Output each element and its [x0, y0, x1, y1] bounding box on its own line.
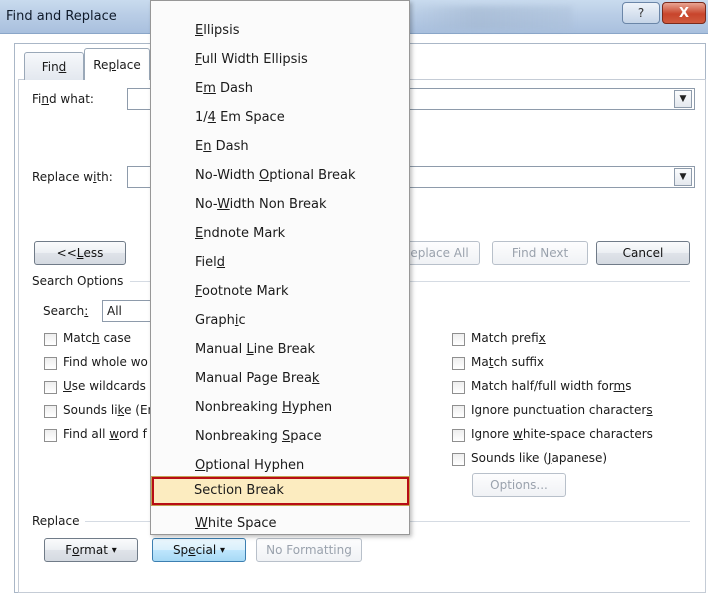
menu-item-section-break-label: Section Break	[194, 483, 284, 498]
sounds-like-japanese-label: Sounds like (Japanese)	[471, 451, 608, 465]
cancel-button[interactable]: Cancel	[596, 241, 690, 265]
tab-find[interactable]: Fin d	[24, 52, 84, 80]
menu-item-graphic[interactable]: Graphic	[195, 313, 246, 328]
special-dropdown-icon: ▾	[220, 544, 226, 556]
menu-item-nonbreaking-hyphen[interactable]: Nonbreaking Hyphen	[195, 400, 332, 415]
replace-group-divider-right	[410, 521, 690, 522]
match-half-full-width-checkbox[interactable]	[452, 381, 465, 394]
special-menu: Ellipsis Full Width Ellipsis Em Dash 1/4…	[150, 0, 410, 535]
menu-item-endnote-mark[interactable]: Endnote Mark	[195, 226, 285, 241]
special-button[interactable]: Sp e cial ▾	[152, 538, 246, 562]
replace-with-label: Replace with:	[32, 170, 113, 184]
window-title: Find and Replace	[6, 9, 117, 24]
match-case-label: Match case	[63, 331, 132, 345]
menu-item-nonbreaking-space[interactable]: Nonbreaking Space	[195, 429, 322, 444]
search-options-divider	[130, 281, 150, 282]
ignore-white-space-checkbox[interactable]	[452, 429, 465, 442]
menu-item-no-width-optional-break[interactable]: No-Width Optional Break	[195, 168, 356, 183]
search-options-divider-right	[410, 281, 690, 282]
format-button[interactable]: Fo rmat ▾	[44, 538, 138, 562]
match-prefix-label: Match prefix	[471, 331, 546, 345]
menu-item-manual-line-break[interactable]: Manual Line Break	[195, 342, 315, 357]
background-window-blur	[412, 6, 572, 30]
replace-with-dropdown-arrow-icon[interactable]: ▼	[674, 168, 692, 186]
options-button[interactable]: Options...	[472, 473, 566, 497]
menu-item-optional-hyphen[interactable]: Optional Hyphen	[195, 458, 304, 473]
replace-all-button[interactable]: eplace All	[400, 241, 480, 265]
menu-item-white-space[interactable]: White Space	[195, 516, 277, 531]
less-button[interactable]: << Less	[34, 241, 126, 265]
menu-item-quarter-em-space[interactable]: 1/4 Em Space	[195, 110, 285, 125]
match-prefix-checkbox[interactable]	[452, 333, 465, 346]
menu-item-section-break-highlighted[interactable]: Section Break	[151, 476, 410, 506]
find-next-button[interactable]: Find Next	[492, 241, 588, 265]
search-options-group-label: Search Options	[32, 274, 124, 288]
replace-group-divider	[85, 521, 150, 522]
menu-item-em-dash[interactable]: Em Dash	[195, 81, 253, 96]
menu-item-manual-page-break[interactable]: Manual Page Break	[195, 371, 319, 386]
sounds-like-japanese-checkbox[interactable]	[452, 453, 465, 466]
menu-item-en-dash[interactable]: En Dash	[195, 139, 249, 154]
ignore-punctuation-checkbox[interactable]	[452, 405, 465, 418]
help-button[interactable]: ?	[622, 2, 660, 24]
find-whole-words-label: Find whole wo	[63, 355, 148, 369]
menu-item-no-width-non-break[interactable]: No-Width Non Break	[195, 197, 327, 212]
menu-item-full-width-ellipsis[interactable]: Full Width Ellipsis	[195, 52, 308, 67]
menu-item-footnote-mark[interactable]: Footnote Mark	[195, 284, 289, 299]
close-button[interactable]: X	[662, 2, 706, 24]
use-wildcards-label: Use wildcards	[63, 379, 146, 393]
close-icon: X	[678, 5, 690, 21]
find-whole-words-checkbox[interactable]	[44, 357, 57, 370]
search-direction-label: Search:	[43, 304, 89, 318]
help-icon: ?	[637, 6, 645, 20]
find-what-label: Find what:	[32, 92, 94, 106]
ignore-punctuation-label: Ignore punctuation characters	[471, 403, 653, 417]
format-dropdown-icon: ▾	[111, 544, 117, 556]
no-formatting-button[interactable]: No Formatting	[256, 538, 362, 562]
find-all-word-forms-checkbox[interactable]	[44, 429, 57, 442]
ignore-white-space-label: Ignore white-space characters	[471, 427, 653, 441]
find-all-word-forms-label: Find all word f	[63, 427, 147, 441]
menu-item-ellipsis[interactable]: Ellipsis	[195, 23, 239, 38]
match-suffix-label: Match suffix	[471, 355, 545, 369]
use-wildcards-checkbox[interactable]	[44, 381, 57, 394]
match-suffix-checkbox[interactable]	[452, 357, 465, 370]
tab-replace[interactable]: Re p lace	[84, 48, 150, 80]
match-half-full-width-label: Match half/full width forms	[471, 379, 632, 393]
sounds-like-english-label: Sounds like (Er	[63, 403, 153, 417]
sounds-like-english-checkbox[interactable]	[44, 405, 57, 418]
menu-item-field[interactable]: Field	[195, 255, 225, 270]
replace-group-label: Replace	[32, 514, 80, 528]
find-what-dropdown-arrow-icon[interactable]: ▼	[674, 90, 692, 108]
match-case-checkbox[interactable]	[44, 333, 57, 346]
